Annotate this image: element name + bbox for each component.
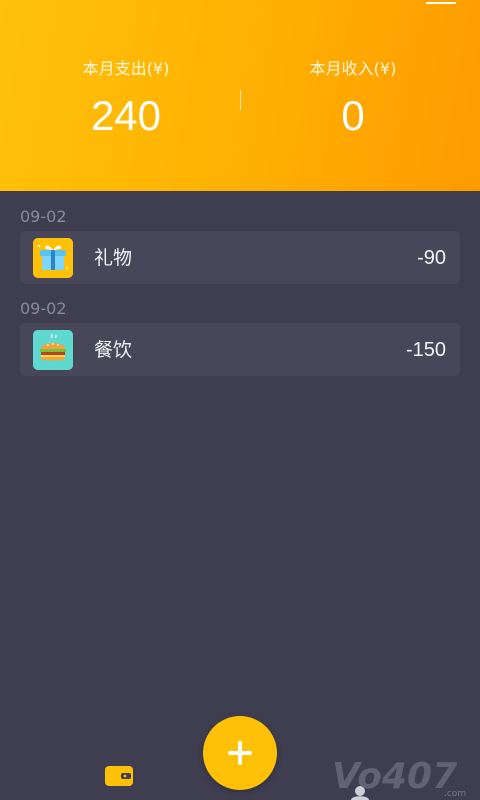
plus-icon [228, 741, 252, 765]
nav-mine-tab[interactable] [336, 760, 384, 800]
add-record-button[interactable] [203, 716, 277, 790]
wallet-icon [105, 766, 133, 786]
person-icon [351, 786, 369, 800]
category-name: 礼物 [94, 247, 133, 269]
stat-divider [240, 90, 241, 110]
nav-home-tab[interactable] [96, 760, 144, 800]
record-row[interactable]: 礼物 -90 [20, 231, 460, 284]
gift-icon [33, 238, 73, 278]
record-amount: -150 [405, 339, 446, 361]
record-group: 09-02 餐饮 -150 [20, 299, 460, 376]
summary-header: 本月支出(¥) 240 本月收入(¥) 0 [0, 0, 480, 191]
monthly-income: 本月收入(¥) 0 [253, 56, 453, 144]
menu-icon[interactable] [426, 0, 456, 4]
expense-label: 本月支出(¥) [82, 59, 170, 78]
record-row[interactable]: 餐饮 -150 [20, 323, 460, 376]
record-date: 09-02 [20, 207, 67, 226]
category-name: 餐饮 [94, 339, 133, 361]
income-label: 本月收入(¥) [309, 59, 397, 78]
app-screen: 本月支出(¥) 240 本月收入(¥) 0 09-02 礼物 -90 09-02… [0, 0, 480, 800]
income-value: 0 [341, 92, 365, 139]
burger-icon [33, 330, 73, 370]
svg-text:.com: .com [444, 789, 466, 799]
monthly-expense: 本月支出(¥) 240 [26, 56, 226, 144]
record-date: 09-02 [20, 299, 67, 318]
expense-value: 240 [90, 92, 162, 139]
record-group: 09-02 礼物 -90 [20, 207, 460, 284]
record-amount: -90 [417, 247, 446, 269]
